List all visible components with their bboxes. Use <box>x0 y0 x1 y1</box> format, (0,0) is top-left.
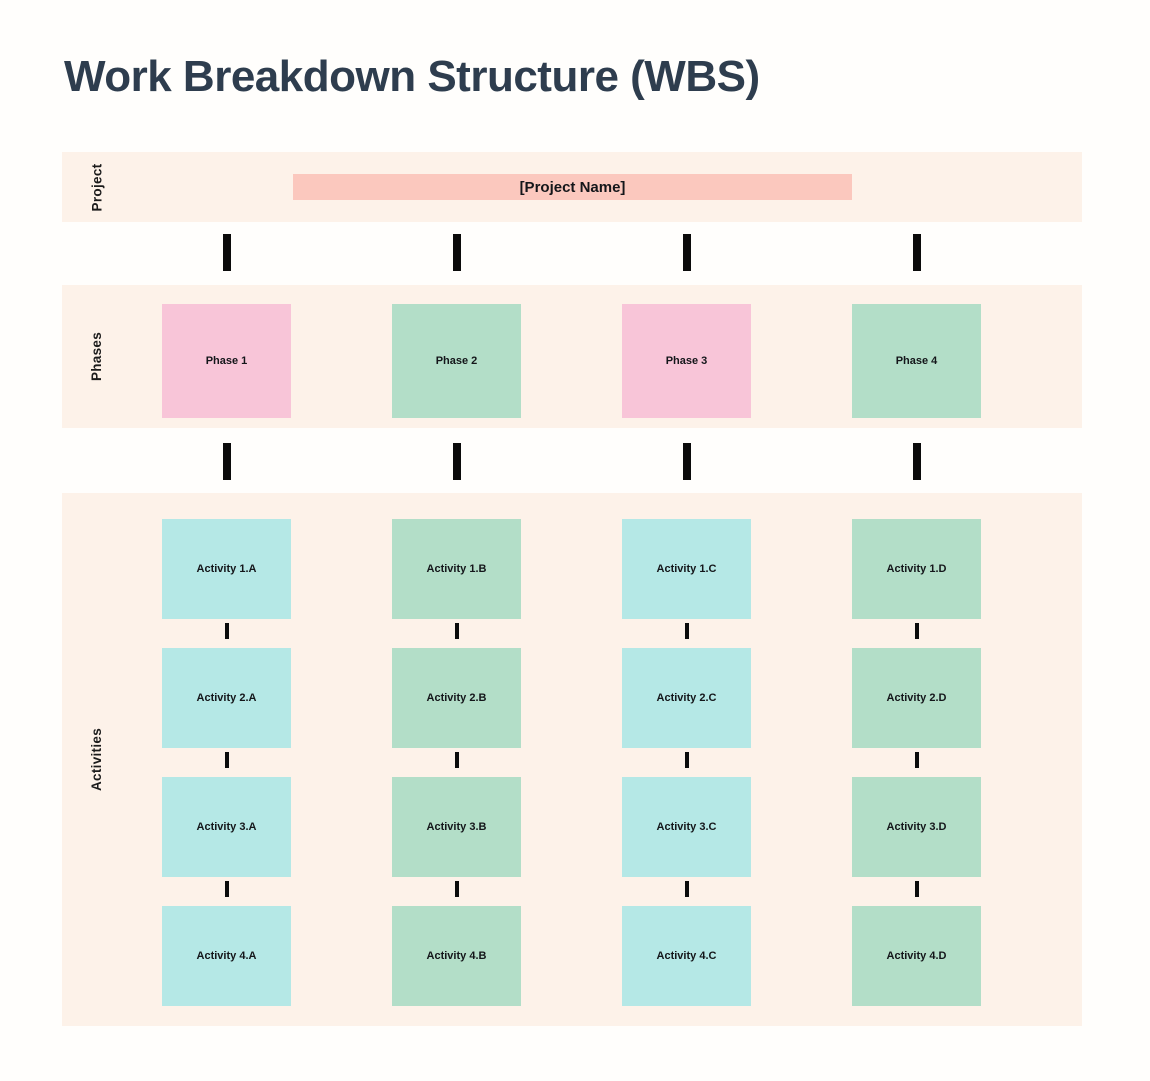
phases-row-label: Phases <box>62 285 132 428</box>
connector-phase-activity-A <box>222 443 231 480</box>
activities-row-label: Activities <box>62 493 132 1026</box>
project-panel: Project [Project Name] <box>62 152 1082 222</box>
activity-box-1-A[interactable]: Activity 1.A <box>162 519 291 619</box>
connector-project-phase-D <box>912 234 921 271</box>
connector-activity-1-A <box>224 623 229 639</box>
connector-phase-activity-D <box>912 443 921 480</box>
connector-activity-2-B <box>454 752 459 768</box>
phase-box-3[interactable]: Phase 3 <box>622 304 751 418</box>
connector-activity-3-B <box>454 881 459 897</box>
phase-box-1[interactable]: Phase 1 <box>162 304 291 418</box>
activity-box-3-A[interactable]: Activity 3.A <box>162 777 291 877</box>
activity-box-1-D[interactable]: Activity 1.D <box>852 519 981 619</box>
activity-box-3-B[interactable]: Activity 3.B <box>392 777 521 877</box>
activity-box-4-C[interactable]: Activity 4.C <box>622 906 751 1006</box>
connector-phase-activity-B <box>452 443 461 480</box>
activity-box-1-B[interactable]: Activity 1.B <box>392 519 521 619</box>
phase-box-2[interactable]: Phase 2 <box>392 304 521 418</box>
activity-box-2-C[interactable]: Activity 2.C <box>622 648 751 748</box>
activity-box-2-D[interactable]: Activity 2.D <box>852 648 981 748</box>
connector-project-phase-B <box>452 234 461 271</box>
connector-activity-3-A <box>224 881 229 897</box>
connector-activity-1-C <box>684 623 689 639</box>
connector-activity-3-C <box>684 881 689 897</box>
activities-panel: Activities Activity 1.A Activity 1.B Activ… <box>62 493 1082 1026</box>
activity-box-3-D[interactable]: Activity 3.D <box>852 777 981 877</box>
page-title: Work Breakdown Structure (WBS) <box>64 52 760 101</box>
phase-box-4[interactable]: Phase 4 <box>852 304 981 418</box>
project-name-box[interactable]: [Project Name] <box>293 174 852 200</box>
activities-row-label-text: Activities <box>89 727 105 792</box>
phases-panel: Phases Phase 1 Phase 2 Phase 3 Phase 4 <box>62 285 1082 428</box>
connector-project-phase-A <box>222 234 231 271</box>
connector-activity-3-D <box>914 881 919 897</box>
activity-box-4-B[interactable]: Activity 4.B <box>392 906 521 1006</box>
phases-row-label-text: Phases <box>89 331 105 382</box>
activity-box-3-C[interactable]: Activity 3.C <box>622 777 751 877</box>
connector-phase-activity-C <box>682 443 691 480</box>
connector-activity-1-D <box>914 623 919 639</box>
connector-activity-2-C <box>684 752 689 768</box>
project-row-label: Project <box>62 152 132 222</box>
activity-box-4-D[interactable]: Activity 4.D <box>852 906 981 1006</box>
activity-box-2-A[interactable]: Activity 2.A <box>162 648 291 748</box>
connector-project-phase-C <box>682 234 691 271</box>
connector-activity-2-D <box>914 752 919 768</box>
activity-box-4-A[interactable]: Activity 4.A <box>162 906 291 1006</box>
project-row-label-text: Project <box>89 163 105 211</box>
connector-activity-2-A <box>224 752 229 768</box>
connector-activity-1-B <box>454 623 459 639</box>
activity-box-1-C[interactable]: Activity 1.C <box>622 519 751 619</box>
activity-box-2-B[interactable]: Activity 2.B <box>392 648 521 748</box>
